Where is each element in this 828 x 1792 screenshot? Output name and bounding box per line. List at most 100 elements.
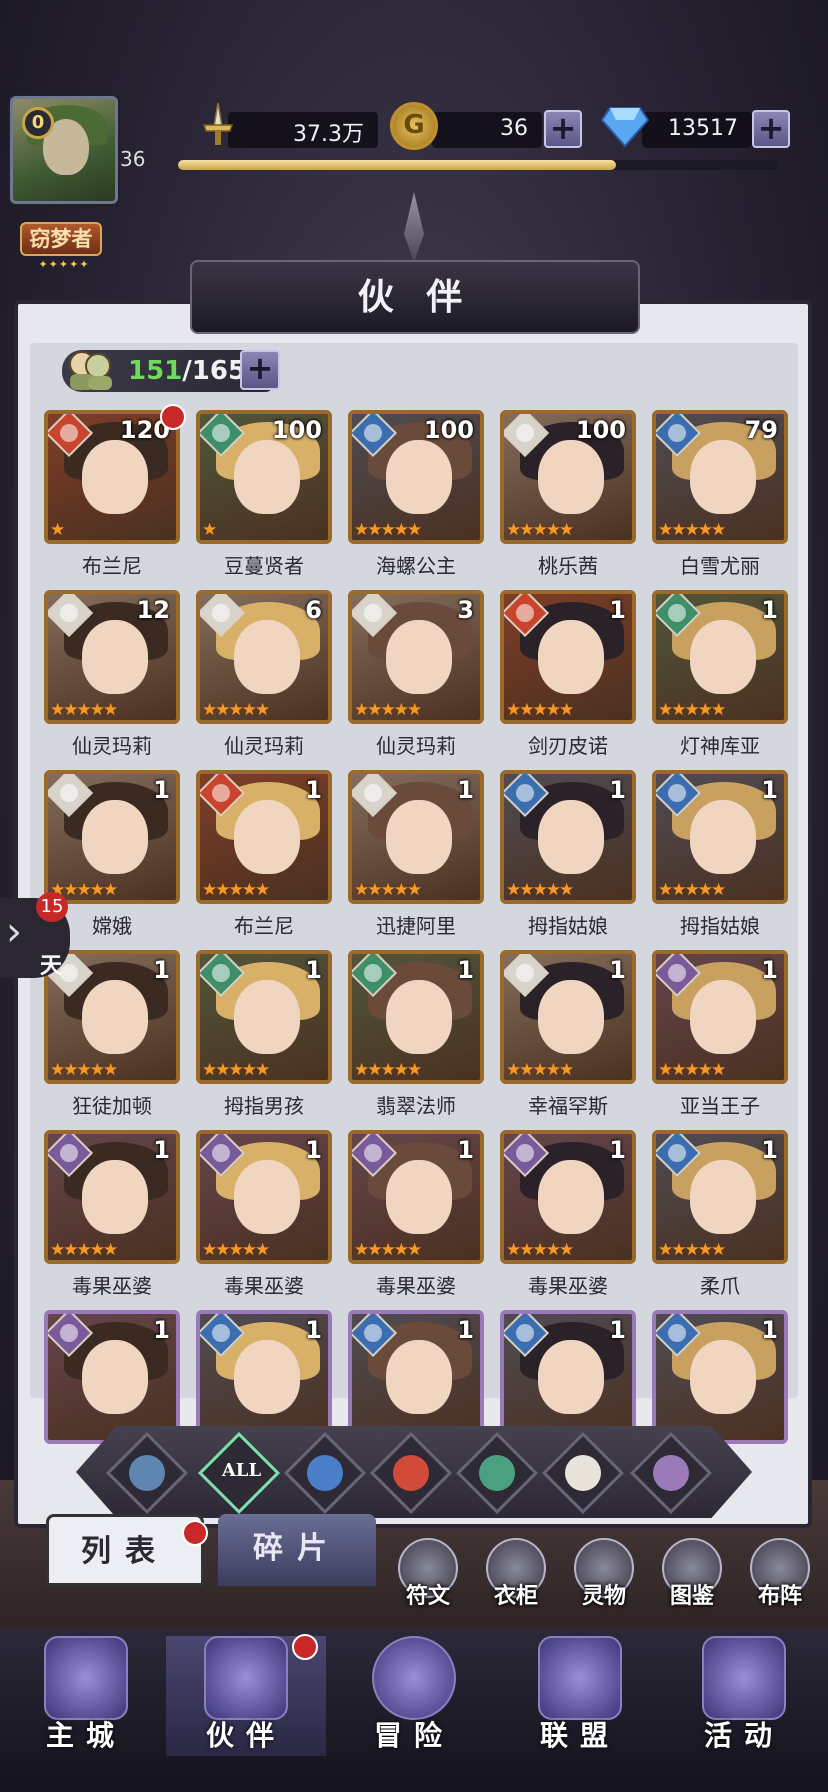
hero-face [234, 800, 300, 874]
hero-face [82, 1340, 148, 1414]
power-value: 37.3万 [293, 122, 364, 147]
add-gems-button[interactable]: + [752, 110, 790, 148]
hero-face [386, 980, 452, 1054]
hero-face [386, 620, 452, 694]
tab-list-notification-dot [182, 1520, 208, 1546]
hero-name: 剑刃皮诺 [528, 734, 608, 758]
hero-name: 毒果巫婆 [528, 1274, 608, 1298]
hero-portrait-frame: 1 ★★★★★ [348, 770, 484, 904]
hero-name: 柔爪 [700, 1274, 740, 1298]
hero-level: 1 [153, 956, 170, 984]
hero-portrait-frame: 1 [652, 1310, 788, 1444]
tab-list[interactable]: 列表 [46, 1514, 204, 1586]
hero-portrait-frame: 1 ★★★★★ [348, 950, 484, 1084]
hero-portrait-frame: 3 ★★★★★ [348, 590, 484, 724]
hero-portrait-frame: 100 ★★★★★ [500, 410, 636, 544]
hero-portrait-frame: 1 [196, 1310, 332, 1444]
hero-portrait-frame: 1 ★★★★★ [500, 950, 636, 1084]
hero-level: 1 [457, 776, 474, 804]
hero-level: 1 [609, 776, 626, 804]
nav-alliance[interactable]: 联盟 [500, 1636, 660, 1756]
nav-events[interactable]: 活动 [664, 1636, 824, 1756]
spirit-label: 灵物 [581, 1584, 626, 1609]
gold-value: 36 [500, 116, 528, 141]
hero-level: 1 [153, 776, 170, 804]
hero-face [386, 800, 452, 874]
hero-name: 灯神库亚 [680, 734, 760, 758]
nav-companions-label: 伙伴 [205, 1719, 286, 1752]
hero-face [234, 980, 300, 1054]
gem-display: 13517 [642, 112, 752, 148]
hero-stars: ★ [202, 520, 217, 540]
hero-stars: ★★★★★ [354, 520, 422, 540]
hero-portrait-frame: 1 ★★★★★ [196, 1130, 332, 1264]
hero-level: 1 [609, 1136, 626, 1164]
hero-face [386, 440, 452, 514]
hero-portrait-frame: 6 ★★★★★ [196, 590, 332, 724]
avatar-level-badge: 0 [22, 107, 54, 139]
player-level: 36 [120, 147, 146, 171]
hero-portrait-frame: 120 ★ [44, 410, 180, 544]
hero-level: 1 [761, 596, 778, 624]
compass-icon [372, 1636, 456, 1720]
expand-capacity-button[interactable]: + [240, 350, 280, 390]
hero-name: 豆蔓贤者 [224, 554, 304, 578]
hero-portrait-frame: 79 ★★★★★ [652, 410, 788, 544]
hero-name: 仙灵玛莉 [224, 734, 304, 758]
power-display: 37.3万 [228, 112, 378, 148]
hero-level: 1 [609, 1316, 626, 1344]
hero-face [690, 440, 756, 514]
companions-icon [69, 351, 112, 390]
tab-shards[interactable]: 碎片 [218, 1514, 376, 1586]
filter-fire-icon [393, 1455, 429, 1491]
nav-alliance-label: 联盟 [539, 1719, 620, 1752]
hero-level: 1 [305, 956, 322, 984]
hero-face [82, 980, 148, 1054]
filter-dark-icon [653, 1455, 689, 1491]
codex-button[interactable]: 图鉴 [652, 1538, 732, 1618]
hero-level: 79 [744, 416, 778, 444]
hero-name: 毒果巫婆 [224, 1274, 304, 1298]
hero-portrait-frame: 1 ★★★★★ [500, 590, 636, 724]
hero-stars: ★★★★★ [354, 1240, 422, 1260]
hero-portrait-frame: 1 [500, 1310, 636, 1444]
hero-name: 仙灵玛莉 [72, 734, 152, 758]
hero-portrait-frame: 1 ★★★★★ [500, 1130, 636, 1264]
hero-stars: ★★★★★ [506, 1240, 574, 1260]
hero-face [538, 980, 604, 1054]
hero-stars: ★★★★★ [202, 880, 270, 900]
hero-face [82, 440, 148, 514]
add-gold-button[interactable]: + [544, 110, 582, 148]
nav-adventure[interactable]: 冒险 [334, 1636, 494, 1756]
hero-face [690, 620, 756, 694]
filter-class-icon [129, 1455, 165, 1491]
companion-count: 151/165 [128, 356, 246, 386]
title-stars: ✦✦✦✦✦ [38, 258, 90, 271]
hero-face [690, 1340, 756, 1414]
chevron-right-icon[interactable]: › [6, 912, 22, 952]
wardrobe-button[interactable]: 衣柜 [476, 1538, 556, 1618]
nav-events-label: 活动 [703, 1719, 784, 1752]
hero-stars: ★★★★★ [354, 880, 422, 900]
hero-face [386, 1340, 452, 1414]
player-title: 窃梦者 [20, 222, 102, 256]
hero-level: 1 [305, 776, 322, 804]
hero-stars: ★★★★★ [50, 1060, 118, 1080]
hero-portrait-frame: 1 ★★★★★ [196, 770, 332, 904]
runes-button[interactable]: 符文 [388, 1538, 468, 1618]
spirit-button[interactable]: 灵物 [564, 1538, 644, 1618]
formation-button[interactable]: 布阵 [740, 1538, 820, 1618]
hero-face [234, 620, 300, 694]
nav-main-city-label: 主城 [45, 1719, 126, 1752]
nav-companions-notification-dot [292, 1634, 318, 1660]
nav-main-city[interactable]: 主城 [6, 1636, 166, 1756]
filter-wind-icon [479, 1455, 515, 1491]
hero-name: 海螺公主 [376, 554, 456, 578]
hero-stars: ★★★★★ [354, 1060, 422, 1080]
hero-name: 翡翠法师 [376, 1094, 456, 1118]
hero-level: 100 [575, 416, 626, 444]
hero-portrait-frame: 1 ★★★★★ [44, 950, 180, 1084]
hero-level: 1 [761, 1136, 778, 1164]
cards-icon [702, 1636, 786, 1720]
hero-name: 毒果巫婆 [72, 1274, 152, 1298]
